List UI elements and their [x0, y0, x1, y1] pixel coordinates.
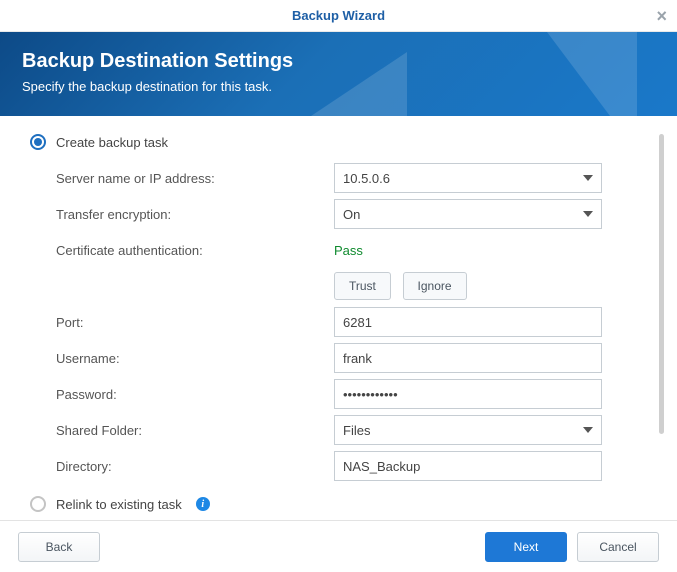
chevron-down-icon: [583, 427, 593, 433]
directory-label: Directory:: [56, 459, 334, 474]
close-icon[interactable]: ×: [656, 0, 667, 32]
chevron-down-icon: [583, 211, 593, 217]
chevron-down-icon: [583, 175, 593, 181]
username-input[interactable]: [334, 343, 602, 373]
radio-relink-task[interactable]: [30, 496, 46, 512]
shared-folder-select[interactable]: Files: [334, 415, 602, 445]
back-button[interactable]: Back: [18, 532, 100, 562]
password-input[interactable]: [334, 379, 602, 409]
encryption-select[interactable]: On: [334, 199, 602, 229]
server-select-value: 10.5.0.6: [343, 171, 390, 186]
server-label: Server name or IP address:: [56, 171, 334, 186]
cert-auth-label: Certificate authentication:: [56, 243, 334, 258]
port-label: Port:: [56, 315, 334, 330]
port-input[interactable]: [334, 307, 602, 337]
encryption-label: Transfer encryption:: [56, 207, 334, 222]
footer: Back Next Cancel: [0, 520, 677, 572]
window-title: Backup Wizard: [292, 8, 385, 23]
encryption-select-value: On: [343, 207, 360, 222]
titlebar: Backup Wizard ×: [0, 0, 677, 32]
radio-relink-row[interactable]: Relink to existing task i: [30, 496, 651, 512]
cancel-button[interactable]: Cancel: [577, 532, 659, 562]
trust-button[interactable]: Trust: [334, 272, 391, 300]
info-icon[interactable]: i: [196, 497, 210, 511]
password-label: Password:: [56, 387, 334, 402]
banner: Backup Destination Settings Specify the …: [0, 32, 677, 116]
page-subheading: Specify the backup destination for this …: [22, 79, 655, 94]
username-label: Username:: [56, 351, 334, 366]
scrollbar[interactable]: [659, 134, 664, 434]
server-select[interactable]: 10.5.0.6: [334, 163, 602, 193]
radio-create-task-label: Create backup task: [56, 135, 168, 150]
ignore-button[interactable]: Ignore: [403, 272, 467, 300]
radio-create-task[interactable]: [30, 134, 46, 150]
radio-create-task-row[interactable]: Create backup task: [30, 134, 651, 150]
directory-input[interactable]: [334, 451, 602, 481]
page-heading: Backup Destination Settings: [22, 50, 655, 73]
form-body: Create backup task Server name or IP add…: [0, 116, 677, 488]
radio-relink-task-label: Relink to existing task: [56, 497, 182, 512]
next-button[interactable]: Next: [485, 532, 567, 562]
shared-folder-value: Files: [343, 423, 370, 438]
cert-auth-status: Pass: [334, 243, 363, 258]
shared-folder-label: Shared Folder:: [56, 423, 334, 438]
